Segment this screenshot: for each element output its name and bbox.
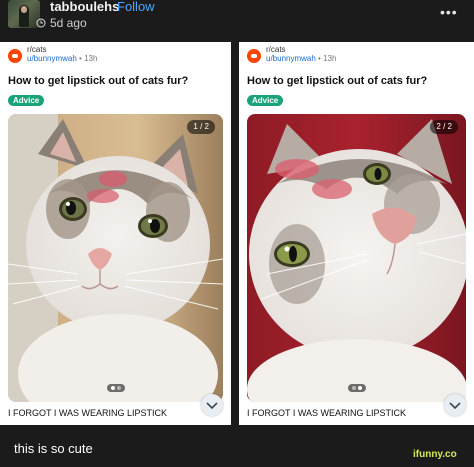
post-header: tabboulehs Follow 5d ago ••• (0, 0, 474, 40)
follow-button[interactable]: Follow (117, 0, 155, 14)
subreddit-icon (8, 49, 22, 63)
post-age: 5d ago (50, 16, 87, 30)
author-name[interactable]: u/bunnymwah (266, 54, 316, 63)
reddit-card-2: r/cats u/bunnymwah • 13h How to get lips… (239, 42, 474, 425)
author-name[interactable]: u/bunnymwah (27, 54, 77, 63)
cat-photo[interactable]: 2 / 2 (247, 114, 466, 402)
cat-image (247, 114, 466, 402)
carousel-dots[interactable] (347, 384, 366, 392)
image-caption: I FORGOT I WAS WEARING LIPSTICK (247, 408, 407, 418)
more-options-icon[interactable]: ••• (440, 4, 458, 20)
cat-photo[interactable]: 1 / 2 (8, 114, 223, 402)
card-age: 13h (84, 54, 98, 63)
clock-icon (36, 18, 46, 28)
reddit-card-1: r/cats u/bunnymwah • 13h How to get lips… (0, 42, 231, 425)
image-counter: 1 / 2 (187, 120, 215, 134)
author-line[interactable]: u/bunnymwah • 13h (27, 54, 97, 63)
flair-badge: Advice (247, 95, 284, 106)
flair-badge: Advice (8, 95, 45, 106)
cat-image (8, 114, 223, 402)
chevron-down-icon[interactable] (201, 394, 223, 416)
watermark-logo: ifunny.co (413, 449, 457, 460)
card-age: 13h (323, 54, 337, 63)
card-title[interactable]: How to get lipstick out of cats fur? (247, 75, 427, 87)
subreddit-label[interactable]: r/cats (266, 45, 286, 54)
post-caption: this is so cute (14, 441, 93, 456)
subreddit-label[interactable]: r/cats (27, 45, 47, 54)
carousel-dots[interactable] (106, 384, 125, 392)
image-caption: I FORGOT I WAS WEARING LIPSTICK (8, 408, 168, 418)
subreddit-icon (247, 49, 261, 63)
chevron-down-icon[interactable] (444, 394, 466, 416)
author-line[interactable]: u/bunnymwah • 13h (266, 54, 336, 63)
card-title[interactable]: How to get lipstick out of cats fur? (8, 75, 188, 87)
username[interactable]: tabboulehs (50, 0, 119, 14)
image-counter: 2 / 2 (430, 120, 458, 134)
